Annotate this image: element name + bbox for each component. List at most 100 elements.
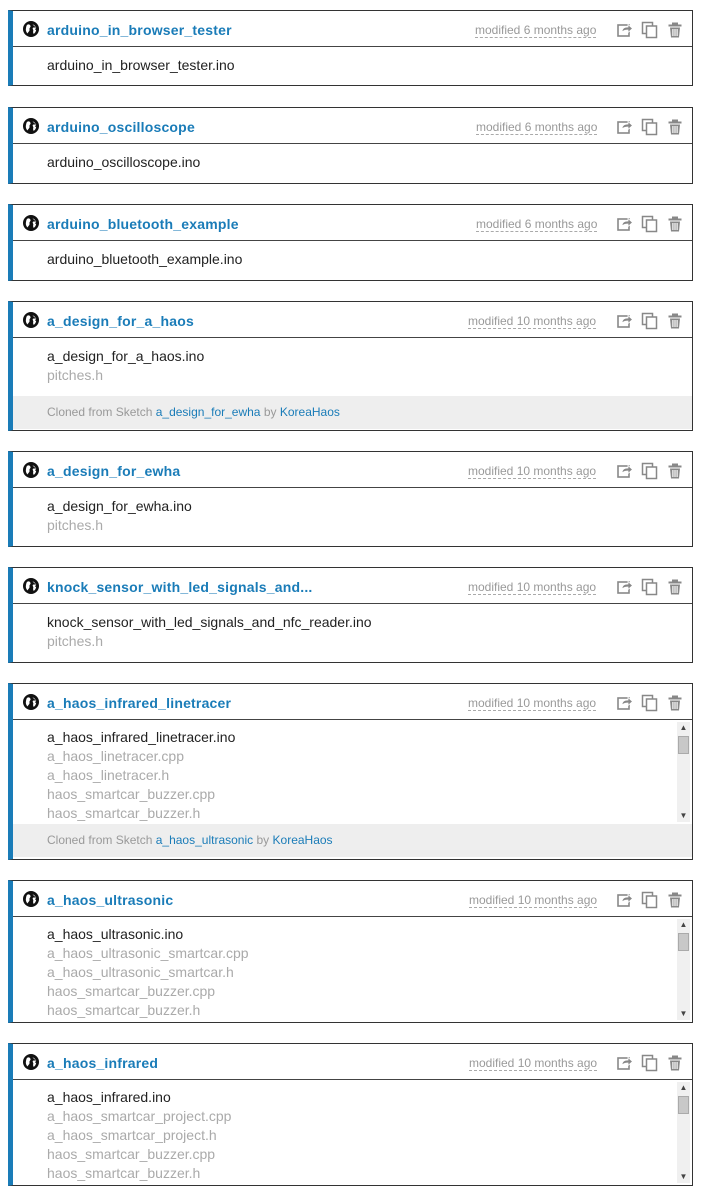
trash-icon[interactable] [666, 21, 684, 39]
scrollbar-thumb[interactable] [678, 736, 689, 754]
share-icon[interactable] [616, 312, 634, 330]
sketch-title-link[interactable]: arduino_bluetooth_example [47, 216, 239, 232]
file-item[interactable]: haos_smartcar_buzzer.cpp [13, 982, 692, 1001]
file-list-scrollbar[interactable]: ▲ ▼ [677, 722, 690, 822]
cloned-sketch-link[interactable]: a_design_for_ewha [156, 405, 261, 419]
file-item[interactable]: haos_smartcar_buzzer.h [13, 804, 692, 823]
modified-timestamp: modified 10 months ago [469, 1056, 598, 1071]
sketch-title-link[interactable]: a_design_for_ewha [47, 463, 180, 479]
clone-icon[interactable] [641, 21, 659, 39]
sketch-actions [616, 118, 684, 136]
globe-icon [23, 891, 39, 907]
clone-icon[interactable] [641, 312, 659, 330]
file-item[interactable]: a_haos_linetracer.cpp [13, 747, 692, 766]
cloned-sketch-link[interactable]: a_haos_ultrasonic [156, 833, 253, 847]
share-icon[interactable] [616, 694, 634, 712]
share-icon[interactable] [616, 578, 634, 596]
file-list: arduino_in_browser_tester.ino [13, 47, 692, 85]
clone-icon[interactable] [641, 462, 659, 480]
sketch-title-link[interactable]: a_haos_ultrasonic [47, 892, 173, 908]
file-list[interactable]: a_haos_ultrasonic.ino a_haos_ultrasonic_s… [13, 917, 692, 1022]
sketch-card: a_design_for_ewha modified 10 months ago a… [8, 451, 693, 547]
file-item[interactable]: arduino_in_browser_tester.ino [13, 56, 692, 75]
file-item[interactable]: a_haos_ultrasonic_smartcar.h [13, 963, 692, 982]
file-item[interactable]: a_haos_linetracer.h [13, 766, 692, 785]
sketch-card: arduino_in_browser_tester modified 6 mont… [8, 10, 693, 86]
file-item[interactable]: haos_smartcar_buzzer.h [13, 1164, 692, 1183]
file-list: a_design_for_ewha.ino pitches.h [13, 488, 692, 546]
scroll-up-arrow-icon[interactable]: ▲ [677, 722, 690, 734]
file-item[interactable]: haos_smartcar_buzzer.h [13, 1001, 692, 1020]
scroll-down-arrow-icon[interactable]: ▼ [677, 1008, 690, 1020]
sketch-title-link[interactable]: a_design_for_a_haos [47, 313, 194, 329]
globe-icon [23, 21, 39, 37]
scroll-up-arrow-icon[interactable]: ▲ [677, 919, 690, 931]
file-item[interactable]: haos_smartcar_buzzer.cpp [13, 1145, 692, 1164]
file-item[interactable]: a_haos_ultrasonic_smartcar.cpp [13, 944, 692, 963]
modified-timestamp: modified 10 months ago [469, 893, 598, 908]
sketch-card: a_design_for_a_haos modified 10 months ag… [8, 301, 693, 431]
cloned-prefix: Cloned from Sketch [47, 405, 153, 419]
file-item[interactable]: knock_sensor_with_led_signals_and_nfc_re… [13, 613, 692, 632]
trash-icon[interactable] [666, 694, 684, 712]
clone-icon[interactable] [641, 694, 659, 712]
file-item[interactable]: arduino_bluetooth_example.ino [13, 250, 692, 269]
file-item[interactable]: arduino_oscilloscope.ino [13, 153, 692, 172]
file-item[interactable]: a_design_for_a_haos.ino [13, 347, 692, 366]
share-icon[interactable] [616, 891, 634, 909]
clone-icon[interactable] [641, 1054, 659, 1072]
file-item[interactable]: haos_smartcar_buzzer.cpp [13, 785, 692, 804]
file-item[interactable]: a_haos_smartcar_project.h [13, 1126, 692, 1145]
scroll-down-arrow-icon[interactable]: ▼ [677, 1171, 690, 1183]
trash-icon[interactable] [666, 578, 684, 596]
share-icon[interactable] [616, 21, 634, 39]
file-list-scrollbar[interactable]: ▲ ▼ [677, 919, 690, 1020]
cloned-user-link[interactable]: KoreaHaos [273, 833, 333, 847]
file-list-scrollbar[interactable]: ▲ ▼ [677, 1082, 690, 1183]
share-icon[interactable] [616, 118, 634, 136]
trash-icon[interactable] [666, 312, 684, 330]
sketch-card: a_haos_infrared_linetracer modified 10 mo… [8, 683, 693, 860]
trash-icon[interactable] [666, 891, 684, 909]
file-list[interactable]: a_haos_infrared.ino a_haos_smartcar_proje… [13, 1080, 692, 1185]
file-list: arduino_bluetooth_example.ino [13, 241, 692, 280]
sketch-card-header: a_design_for_ewha modified 10 months ago [13, 452, 692, 488]
sketch-card-header: knock_sensor_with_led_signals_and... modi… [13, 568, 692, 604]
file-item[interactable]: pitches.h [13, 366, 692, 385]
trash-icon[interactable] [666, 118, 684, 136]
scroll-up-arrow-icon[interactable]: ▲ [677, 1082, 690, 1094]
share-icon[interactable] [616, 215, 634, 233]
trash-icon[interactable] [666, 1054, 684, 1072]
clone-icon[interactable] [641, 891, 659, 909]
file-item[interactable]: pitches.h [13, 516, 692, 535]
sketch-title-link[interactable]: a_haos_infrared [47, 1055, 158, 1071]
sketch-title-link[interactable]: arduino_in_browser_tester [47, 22, 232, 38]
share-icon[interactable] [616, 1054, 634, 1072]
scrollbar-thumb[interactable] [678, 933, 689, 951]
sketch-card-header: arduino_oscilloscope modified 6 months ag… [13, 108, 692, 144]
share-icon[interactable] [616, 462, 634, 480]
file-item[interactable]: a_haos_infrared.ino [13, 1088, 692, 1107]
file-item[interactable]: pitches.h [13, 632, 692, 651]
file-item[interactable]: a_haos_smartcar_project.cpp [13, 1107, 692, 1126]
trash-icon[interactable] [666, 215, 684, 233]
cloned-from-bar: Cloned from Sketch a_design_for_ewha by … [13, 396, 692, 429]
globe-icon [23, 215, 39, 231]
sketch-title-link[interactable]: arduino_oscilloscope [47, 119, 195, 135]
sketch-title-link[interactable]: knock_sensor_with_led_signals_and... [47, 579, 313, 595]
file-item[interactable]: a_haos_infrared_linetracer.ino [13, 728, 692, 747]
modified-timestamp: modified 10 months ago [468, 696, 597, 711]
sketch-title-link[interactable]: a_haos_infrared_linetracer [47, 695, 231, 711]
trash-icon[interactable] [666, 462, 684, 480]
cloned-user-link[interactable]: KoreaHaos [280, 405, 340, 419]
scrollbar-thumb[interactable] [678, 1096, 689, 1114]
clone-icon[interactable] [641, 578, 659, 596]
file-item[interactable]: a_haos_ultrasonic.ino [13, 925, 692, 944]
file-list[interactable]: a_haos_infrared_linetracer.ino a_haos_lin… [13, 720, 692, 824]
modified-timestamp: modified 10 months ago [468, 580, 597, 595]
clone-icon[interactable] [641, 215, 659, 233]
sketch-actions [616, 462, 684, 480]
scroll-down-arrow-icon[interactable]: ▼ [677, 810, 690, 822]
file-item[interactable]: a_design_for_ewha.ino [13, 497, 692, 516]
clone-icon[interactable] [641, 118, 659, 136]
